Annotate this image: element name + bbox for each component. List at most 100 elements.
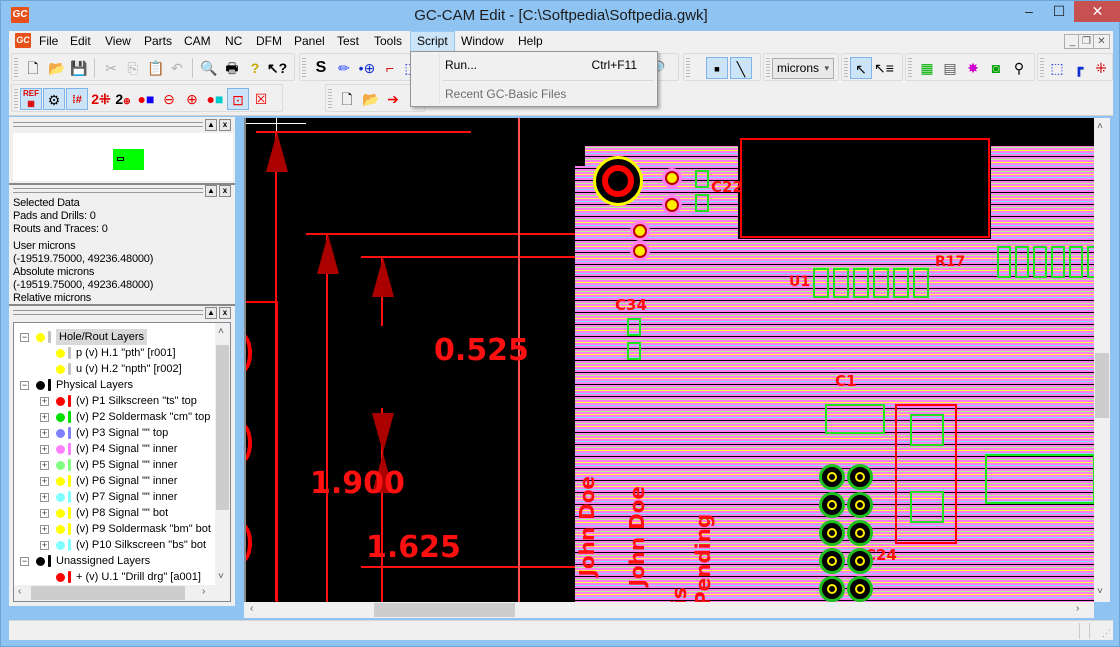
layer-tree-row[interactable]: + (v) P8 Signal "" bot — [14, 505, 214, 521]
expand-icon[interactable]: + — [40, 493, 49, 502]
preview-pane-header[interactable]: ▲ x — [11, 119, 233, 131]
scrollbar-thumb[interactable] — [1095, 353, 1109, 418]
expand-icon[interactable]: + — [40, 477, 49, 486]
layer-visibility-bar[interactable] — [48, 379, 51, 391]
layer-color-icon[interactable] — [56, 477, 65, 486]
layer-label[interactable]: (v) P8 Signal "" bot — [76, 505, 168, 521]
layer-tree-row[interactable]: + (v) P10 Silkscreen "bs" bot — [14, 537, 214, 553]
net-list-icon[interactable]: ⁞# — [66, 88, 88, 110]
new-file-icon[interactable]: 🗋 — [22, 57, 44, 79]
tree-horizontal-scrollbar[interactable]: ‹ › — [14, 585, 230, 601]
layer-label[interactable]: + (v) U.1 "Drill drg" [a001] — [76, 569, 201, 585]
menu-edit[interactable]: Edit — [64, 31, 97, 52]
layer-tree-row[interactable]: + (v) P5 Signal "" inner — [14, 457, 214, 473]
layer-tree-row[interactable]: − Hole/Rout Layers — [14, 329, 214, 345]
layer-tree-row[interactable]: u (v) H.2 "npth" [r002] — [14, 361, 214, 377]
snap-line-icon[interactable]: ╲ — [730, 57, 752, 79]
layer-color-icon[interactable] — [56, 525, 65, 534]
toolbar-grip[interactable] — [908, 58, 912, 78]
layer-color-icon[interactable] — [56, 445, 65, 454]
menu-tools[interactable]: Tools — [368, 31, 408, 52]
snap-point-icon[interactable]: ▪ — [706, 57, 728, 79]
layer-label[interactable]: Physical Layers — [56, 377, 133, 393]
layer-label[interactable]: u (v) H.2 "npth" [r002] — [76, 361, 182, 377]
layer-visibility-bar[interactable] — [68, 395, 71, 407]
layer-visibility-bar[interactable] — [68, 427, 71, 439]
layer-label[interactable]: Hole/Rout Layers — [56, 329, 147, 345]
board-preview[interactable] — [13, 133, 233, 181]
tree-vertical-scrollbar[interactable]: ˄ ˅ — [215, 323, 230, 586]
menu-view[interactable]: View — [99, 31, 137, 52]
layer-label[interactable]: (v) P4 Signal "" inner — [76, 441, 177, 457]
canvas-horizontal-scrollbar[interactable]: ‹ › — [244, 602, 1094, 618]
menu-help[interactable]: Help — [512, 31, 549, 52]
layer-tree-row[interactable]: + (v) P2 Soldermask "cm" top — [14, 409, 214, 425]
layer-visibility-bar[interactable] — [68, 475, 71, 487]
layer-label[interactable]: (v) P6 Signal "" inner — [76, 473, 177, 489]
layer-color-icon[interactable] — [36, 381, 45, 390]
toolbar-grip[interactable] — [844, 58, 848, 78]
layer-tree-row[interactable]: + (v) P4 Signal "" inner — [14, 441, 214, 457]
expand-icon[interactable]: + — [40, 509, 49, 518]
new-panel-icon[interactable]: 🗋 — [336, 88, 358, 110]
context-help-icon[interactable]: ↖? — [266, 57, 288, 79]
layer-label[interactable]: p (v) H.1 "pth" [r001] — [76, 345, 176, 361]
menu-file[interactable]: File — [33, 31, 64, 52]
pointer-icon[interactable]: ↖ — [850, 57, 872, 79]
toolbar-grip[interactable] — [1040, 58, 1044, 78]
toolbar-grip[interactable] — [766, 58, 770, 78]
layer-color-icon[interactable] — [56, 397, 65, 406]
layer-label[interactable]: (v) P1 Silkscreen "ts" top — [76, 393, 197, 409]
import-icon[interactable]: ➔ — [382, 88, 404, 110]
layer-tree-row[interactable]: − Unassigned Layers — [14, 553, 214, 569]
s-tool-icon[interactable]: S — [310, 57, 332, 79]
layer-tree-row[interactable]: + (v) P6 Signal "" inner — [14, 473, 214, 489]
layer-visibility-bar[interactable] — [48, 555, 51, 567]
pencil-icon[interactable]: ✏ — [333, 57, 355, 79]
layers-pane-header[interactable]: ▲ x — [11, 307, 233, 319]
copy-icon[interactable]: ⎘ — [122, 57, 144, 79]
mdi-close-button[interactable]: ✕ — [1093, 34, 1110, 49]
layer-tree-row[interactable]: + (v) U.1 "Drill drg" [a001] — [14, 569, 214, 585]
arc-tool-icon[interactable]: ⌐ — [379, 57, 401, 79]
layer-color-icon[interactable] — [36, 557, 45, 566]
pane-collapse-button[interactable]: ▲ — [205, 119, 217, 131]
layers-grid-icon[interactable]: ▦ — [916, 57, 938, 79]
pad-box-icon[interactable]: ⊡ — [227, 88, 249, 110]
layer-tree-row[interactable]: p (v) H.1 "pth" [r001] — [14, 345, 214, 361]
scroll-right-icon[interactable]: › — [202, 586, 205, 597]
layer-label[interactable]: (v) P7 Signal "" inner — [76, 489, 177, 505]
layers-list-icon[interactable]: ▤ — [939, 57, 961, 79]
toolbar-grip[interactable] — [686, 58, 690, 78]
two-pad-icon[interactable]: 2⊕ — [112, 88, 134, 110]
layer-tree-row[interactable]: + (v) P7 Signal "" inner — [14, 489, 214, 505]
scroll-left-icon[interactable]: ‹ — [250, 603, 253, 614]
open-folder-icon[interactable]: 📂 — [46, 57, 68, 79]
expand-icon[interactable]: + — [40, 413, 49, 422]
scrollbar-thumb[interactable] — [374, 603, 515, 617]
layer-visibility-bar[interactable] — [68, 571, 71, 583]
help-icon[interactable]: ? — [244, 57, 266, 79]
menu-window[interactable]: Window — [455, 31, 510, 52]
layer-tree-row[interactable]: + (v) P3 Signal "" top — [14, 425, 214, 441]
menu-dfm[interactable]: DFM — [250, 31, 288, 52]
layer-visibility-bar[interactable] — [68, 507, 71, 519]
pane-collapse-button[interactable]: ▲ — [205, 185, 217, 197]
pane-collapse-button[interactable]: ▲ — [205, 307, 217, 319]
toolbar-grip[interactable] — [14, 89, 18, 109]
paste-icon[interactable]: 📋 — [145, 57, 167, 79]
resize-grip-icon[interactable]: ⋰ — [1102, 628, 1111, 639]
layer-label[interactable]: (v) P10 Silkscreen "bs" bot — [76, 537, 206, 553]
scroll-down-icon[interactable]: ˅ — [1097, 586, 1103, 597]
select-list-icon[interactable]: ↖≡ — [873, 57, 895, 79]
minimize-button[interactable]: – — [1014, 1, 1044, 22]
menu-panel[interactable]: Panel — [288, 31, 331, 52]
doc-icon[interactable]: GC — [15, 33, 31, 48]
layer-visibility-bar[interactable] — [68, 347, 71, 359]
cross-box-icon[interactable]: ☒ — [250, 88, 272, 110]
pane-splitter[interactable] — [9, 304, 235, 306]
layer-label[interactable]: (v) P9 Soldermask "bm" bot — [76, 521, 211, 537]
menu-test[interactable]: Test — [331, 31, 365, 52]
scroll-up-icon[interactable]: ˄ — [218, 326, 224, 337]
maximize-button[interactable]: ☐ — [1044, 1, 1074, 22]
